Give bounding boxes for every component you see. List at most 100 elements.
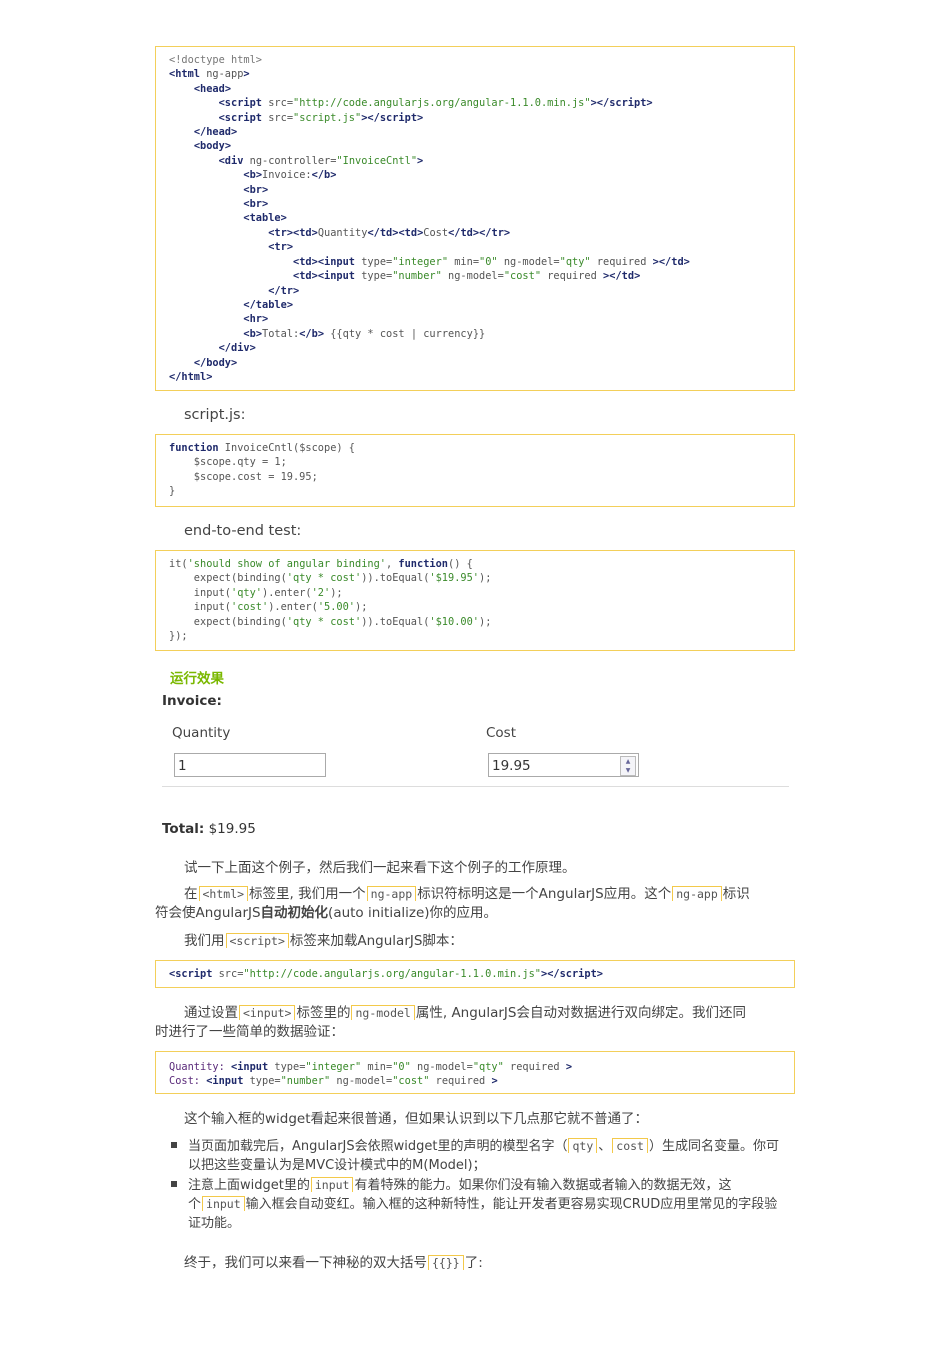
text: 标签来加载AngularJS脚本：: [289, 933, 463, 949]
code-line: <b>Total:</b> {{qty * cost | currency}}: [243, 327, 486, 340]
list-item: 注意上面widget里的 input 有着特殊的能力。如果你们没有输入数据或者输入的…: [188, 1176, 800, 1233]
bold-text: 自动初始化: [260, 905, 329, 921]
text: 终于，我们可以来看一下神秘的双大括号: [184, 1255, 427, 1271]
inline-code: ng-app: [672, 886, 722, 901]
code-line: <tr>: [268, 241, 294, 254]
code-line: <br>: [243, 183, 269, 196]
e2e-test-label: end-to-end test:: [184, 523, 302, 539]
divider: [162, 786, 789, 787]
text: 以把这些变量认为是MVC设计模式中的M(Model)；: [188, 1158, 486, 1173]
code-line: <script src="http://code.angularjs.org/a…: [169, 968, 603, 980]
text: (auto initialize)你的应用。: [328, 905, 498, 921]
inline-code: cost: [612, 1138, 648, 1153]
code-block-script-js: function InvoiceCntl($scope) { $scope.qt…: [155, 434, 795, 507]
paragraph-try: 试一下上面这个例子，然后我们一起来看下这个例子的工作原理。: [184, 860, 576, 876]
inline-code: input: [310, 1177, 354, 1192]
text: 时进行了一些简单的数据验证：: [155, 1024, 344, 1040]
code-line: <div ng-controller="InvoiceCntl">: [218, 154, 424, 167]
inline-code: {{}}: [428, 1255, 464, 1270]
code-line: </body>: [193, 356, 238, 369]
text: 输入框会自动变红。输入框的这种新特性，能让开发者更容易实现CRUD应用里常见的字…: [245, 1197, 778, 1212]
code-line: <td><input type="number" ng-model="cost"…: [293, 270, 641, 283]
total-label: Total:: [162, 821, 205, 837]
paragraph-script: 我们用 <script> 标签来加载AngularJS脚本：: [184, 932, 463, 951]
text: 在: [184, 886, 198, 902]
code-block-e2e-test: it('should show of angular binding', fun…: [155, 550, 795, 651]
code-line: function InvoiceCntl($scope) {: [169, 442, 355, 454]
spin-up-icon[interactable]: ▲: [621, 757, 635, 766]
inline-code: qty: [568, 1138, 598, 1153]
inline-code: input: [202, 1196, 245, 1211]
code-line: <body>: [193, 140, 232, 153]
text: 标签里的: [296, 1005, 351, 1021]
list-item: 当页面加载完后，AngularJS会依照widget里的声明的模型名字（ qty、…: [188, 1137, 800, 1175]
text: 我们用: [184, 933, 225, 949]
code-line: expect(binding('qty * cost')).toEqual('$…: [169, 615, 492, 628]
paragraph-widget: 这个输入框的widget看起来很普通，但如果认识到以下几点那它就不普通了：: [184, 1111, 649, 1127]
code-block-inputs: Quantity: <input type="integer" min="0" …: [155, 1051, 795, 1094]
code-line: expect(binding('qty * cost')).toEqual('$…: [169, 572, 492, 585]
paragraph-ng-model: 通过设置 <input> 标签里的 ng-model 属性, AngularJS会自动对…: [155, 1004, 800, 1042]
code-line: <!doctype html>: [169, 54, 262, 66]
code-line: </tr>: [268, 284, 300, 297]
code-line: <hr>: [243, 313, 269, 326]
inline-code: ng-app: [366, 886, 417, 901]
text: 了:: [464, 1255, 483, 1271]
script-js-label: script.js:: [184, 407, 246, 423]
code-block-index-html: <!doctype html> <html ng-app> <head> <scr…: [155, 46, 795, 391]
text: 标识: [722, 886, 750, 902]
text: 当页面加载完后，AngularJS会依照widget里的声明的模型名字（: [188, 1139, 568, 1154]
code-line: it('should show of angular binding', fun…: [169, 558, 473, 570]
inline-code: <html>: [198, 886, 249, 901]
code-line: });: [169, 630, 188, 643]
bullet-icon: [171, 1181, 177, 1187]
quantity-label: Quantity: [172, 725, 231, 741]
text: 证功能。: [188, 1216, 241, 1231]
cost-spinner[interactable]: ▲ ▼: [620, 756, 636, 776]
code-line: <head>: [193, 82, 232, 95]
text: ）生成同名变量。你可: [648, 1139, 779, 1154]
code-line: <script src="script.js"></script>: [218, 111, 424, 124]
code-block-script-tag: <script src="http://code.angularjs.org/a…: [155, 960, 795, 988]
code-line: </head>: [193, 126, 238, 139]
cost-input-value: 19.95: [492, 758, 531, 774]
code-line: <html ng-app>: [169, 68, 250, 81]
code-line: $scope.cost = 19.95;: [169, 470, 318, 483]
code-line: input('cost').enter('5.00');: [169, 601, 368, 614]
total-row: Total: $19.95: [162, 821, 256, 837]
invoice-title: Invoice:: [162, 693, 222, 709]
text: 属性, AngularJS会自动对数据进行双向绑定。我们还同: [415, 1005, 746, 1021]
code-line: </html>: [169, 370, 213, 383]
code-line: input('qty').enter('2');: [169, 586, 343, 599]
code-line: <tr><td>Quantity</td><td>Cost</td></tr>: [268, 226, 511, 239]
spin-down-icon[interactable]: ▼: [621, 766, 635, 775]
code-line: <b>Invoice:</b>: [243, 169, 337, 182]
code-line: $scope.qty = 1;: [169, 456, 287, 469]
cost-input[interactable]: 19.95 ▲ ▼: [488, 753, 639, 777]
code-line: Quantity: <input type="integer" min="0" …: [169, 1061, 573, 1073]
bullet-icon: [171, 1142, 177, 1148]
code-line: }: [169, 485, 176, 498]
text: 符会使AngularJS: [155, 905, 261, 921]
code-line: Cost: <input type="number" ng-model="cos…: [169, 1075, 498, 1088]
code-line: <script src="http://code.angularjs.org/a…: [218, 97, 653, 110]
cost-label: Cost: [486, 725, 517, 741]
text: 有着特殊的能力。如果你们没有输入数据或者输入的数据无效，这: [354, 1178, 732, 1193]
quantity-input[interactable]: 1: [174, 753, 326, 777]
paragraph-braces: 终于，我们可以来看一下神秘的双大括号{{}} 了:: [184, 1254, 483, 1273]
text: 个: [188, 1197, 202, 1212]
code-line: <table>: [243, 212, 287, 225]
result-heading: 运行效果: [170, 671, 224, 687]
code-line: <td><input type="integer" min="0" ng-mod…: [293, 255, 690, 268]
text: 注意上面widget里的: [188, 1178, 310, 1193]
inline-code: <script>: [225, 933, 289, 948]
paragraph-ng-app: 在 <html> 标签里, 我们用一个 ng-app 标识符标明这是一个AngularJ…: [155, 885, 800, 923]
total-value: $19.95: [208, 821, 256, 837]
inline-code: ng-model: [351, 1005, 415, 1020]
code-line: <br>: [243, 198, 269, 211]
inline-code: <input>: [239, 1005, 296, 1020]
code-line: </table>: [243, 298, 294, 311]
text: 标识符标明这是一个AngularJS应用。这个: [417, 886, 672, 902]
text: 标签里, 我们用一个: [249, 886, 366, 902]
code-line: </div>: [218, 342, 256, 355]
